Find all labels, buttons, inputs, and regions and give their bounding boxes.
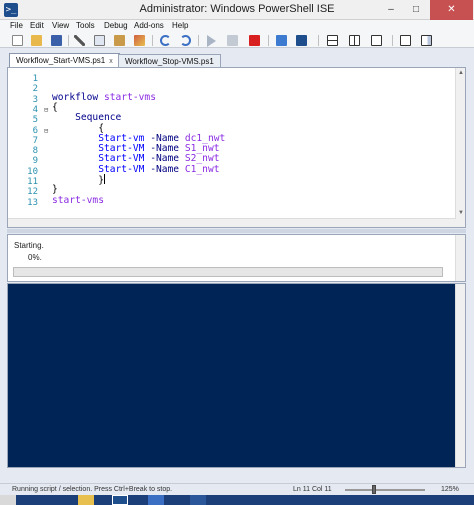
menu-tools[interactable]: Tools [76,21,95,30]
collapse-region-icon[interactable]: ⊟ [44,106,48,114]
powershell-taskbar-icon[interactable] [148,495,164,505]
undo-icon[interactable] [160,35,171,46]
server-manager-icon[interactable] [112,495,128,505]
toolbar [0,33,474,48]
start-button-icon[interactable] [0,495,16,505]
line-number: 13 [27,197,38,208]
line-number: 11 [27,177,38,187]
paste-icon[interactable] [114,35,125,46]
stop-icon[interactable] [249,35,260,46]
menu-help[interactable]: Help [172,21,188,30]
file-explorer-icon[interactable] [78,495,94,505]
new-remote-tab-icon[interactable] [276,35,287,46]
editor-vertical-scrollbar[interactable]: ▲ ▼ [455,68,465,227]
new-script-icon[interactable] [12,35,23,46]
copy-icon[interactable] [94,35,105,46]
script-editor[interactable]: 1 2 3 4 ⊟ 5 6 ⊟ 7 8 9 10 11 12 13 workflow start-vms{ … [7,67,466,228]
run-script-icon[interactable] [207,35,216,47]
minimize-button[interactable]: – [378,0,404,20]
cursor-position: Ln 11 Col 11 [293,486,332,493]
start-powershell-icon[interactable] [296,35,307,46]
powershell-ise-window: >_ Administrator: Windows PowerShell ISE… [0,0,474,505]
taskbar [0,495,474,505]
show-command-window-icon[interactable] [400,35,411,46]
tab-workflow-stop-vms[interactable]: Workflow_Stop-VMS.ps1 [118,54,221,68]
save-icon[interactable] [51,35,62,46]
line-number: 10 [27,166,38,177]
code-line[interactable]: } [52,174,105,186]
status-bar: Running script / selection. Press Ctrl+B… [0,483,474,495]
scroll-down-icon[interactable]: ▼ [457,209,465,217]
line-number: 2 [32,84,38,95]
tab-label: Workflow_Start-VMS.ps1 [16,56,106,65]
toolbar-separator [318,35,319,46]
code-token: -Name [150,163,185,175]
tab-label: Workflow_Stop-VMS.ps1 [125,57,214,66]
line-number: 9 [32,156,38,167]
zoom-slider-track[interactable] [345,489,425,491]
toolbar-separator [68,35,69,46]
word-icon[interactable] [190,495,206,505]
menu-edit[interactable]: Edit [30,21,44,30]
code-line[interactable]: start-vms [52,195,104,206]
close-button[interactable]: ✕ [430,0,473,20]
menu-file[interactable]: File [10,21,23,30]
scroll-up-icon[interactable]: ▲ [457,69,465,77]
code-token: C1_nwt [184,163,220,175]
toolbar-separator [268,35,269,46]
menu-debug[interactable]: Debug [104,21,128,30]
line-number: 8 [32,146,38,157]
progress-activity-text: Starting. [14,241,44,250]
console-vertical-scrollbar[interactable] [455,284,465,467]
line-number: 5 [32,115,38,126]
line-number: 12 [27,187,38,198]
line-number: 7 [32,135,38,146]
line-number: 6 [32,125,38,136]
clear-console-icon[interactable] [134,35,145,46]
tab-close-icon[interactable]: x [109,58,113,65]
menu-view[interactable]: View [52,21,69,30]
menu-add-ons[interactable]: Add-ons [134,21,164,30]
code-token: } [52,175,104,186]
line-number: 1 [32,74,38,84]
editor-horizontal-scrollbar[interactable] [8,218,456,227]
tab-workflow-start-vms[interactable]: Workflow_Start-VMS.ps1 x [9,53,120,68]
line-number: 3 [32,94,38,105]
show-command-addon-icon[interactable] [421,35,432,46]
progress-percent-text: 0%. [28,253,42,262]
script-tabs: Workflow_Start-VMS.ps1 x Workflow_Stop-VM… [0,52,474,68]
code-token: start-vms [103,91,156,103]
cut-icon[interactable] [74,35,85,46]
status-message: Running script / selection. Press Ctrl+B… [12,486,173,493]
redo-icon[interactable] [180,35,191,46]
run-selection-icon[interactable] [227,35,238,46]
maximize-button[interactable]: □ [403,0,429,20]
toolbar-separator [392,35,393,46]
script-pane-right-icon[interactable] [349,35,360,46]
zoom-level: 125% [441,486,459,493]
toolbar-separator [152,35,153,46]
pane-splitter[interactable] [7,229,466,233]
code-line[interactable]: workflow start-vms [52,92,156,103]
menu-bar: File Edit View Tools Debug Add-ons Help [0,20,474,33]
zoom-slider-thumb[interactable] [372,485,376,494]
script-pane-maximized-icon[interactable] [371,35,382,46]
code-token: workflow [52,91,104,103]
progress-vertical-scrollbar[interactable] [455,235,465,281]
text-caret [103,174,105,184]
console-pane[interactable] [7,283,466,468]
title-bar[interactable]: >_ Administrator: Windows PowerShell ISE… [0,0,474,20]
script-pane-top-icon[interactable] [327,35,338,46]
code-token: start-vms [52,194,104,206]
collapse-region-icon[interactable]: ⊟ [44,127,48,135]
open-folder-icon[interactable] [31,35,42,46]
progress-bar [13,267,443,277]
toolbar-separator [198,35,199,46]
progress-pane: Starting. 0%. [7,234,466,282]
line-number: 4 [32,104,38,115]
